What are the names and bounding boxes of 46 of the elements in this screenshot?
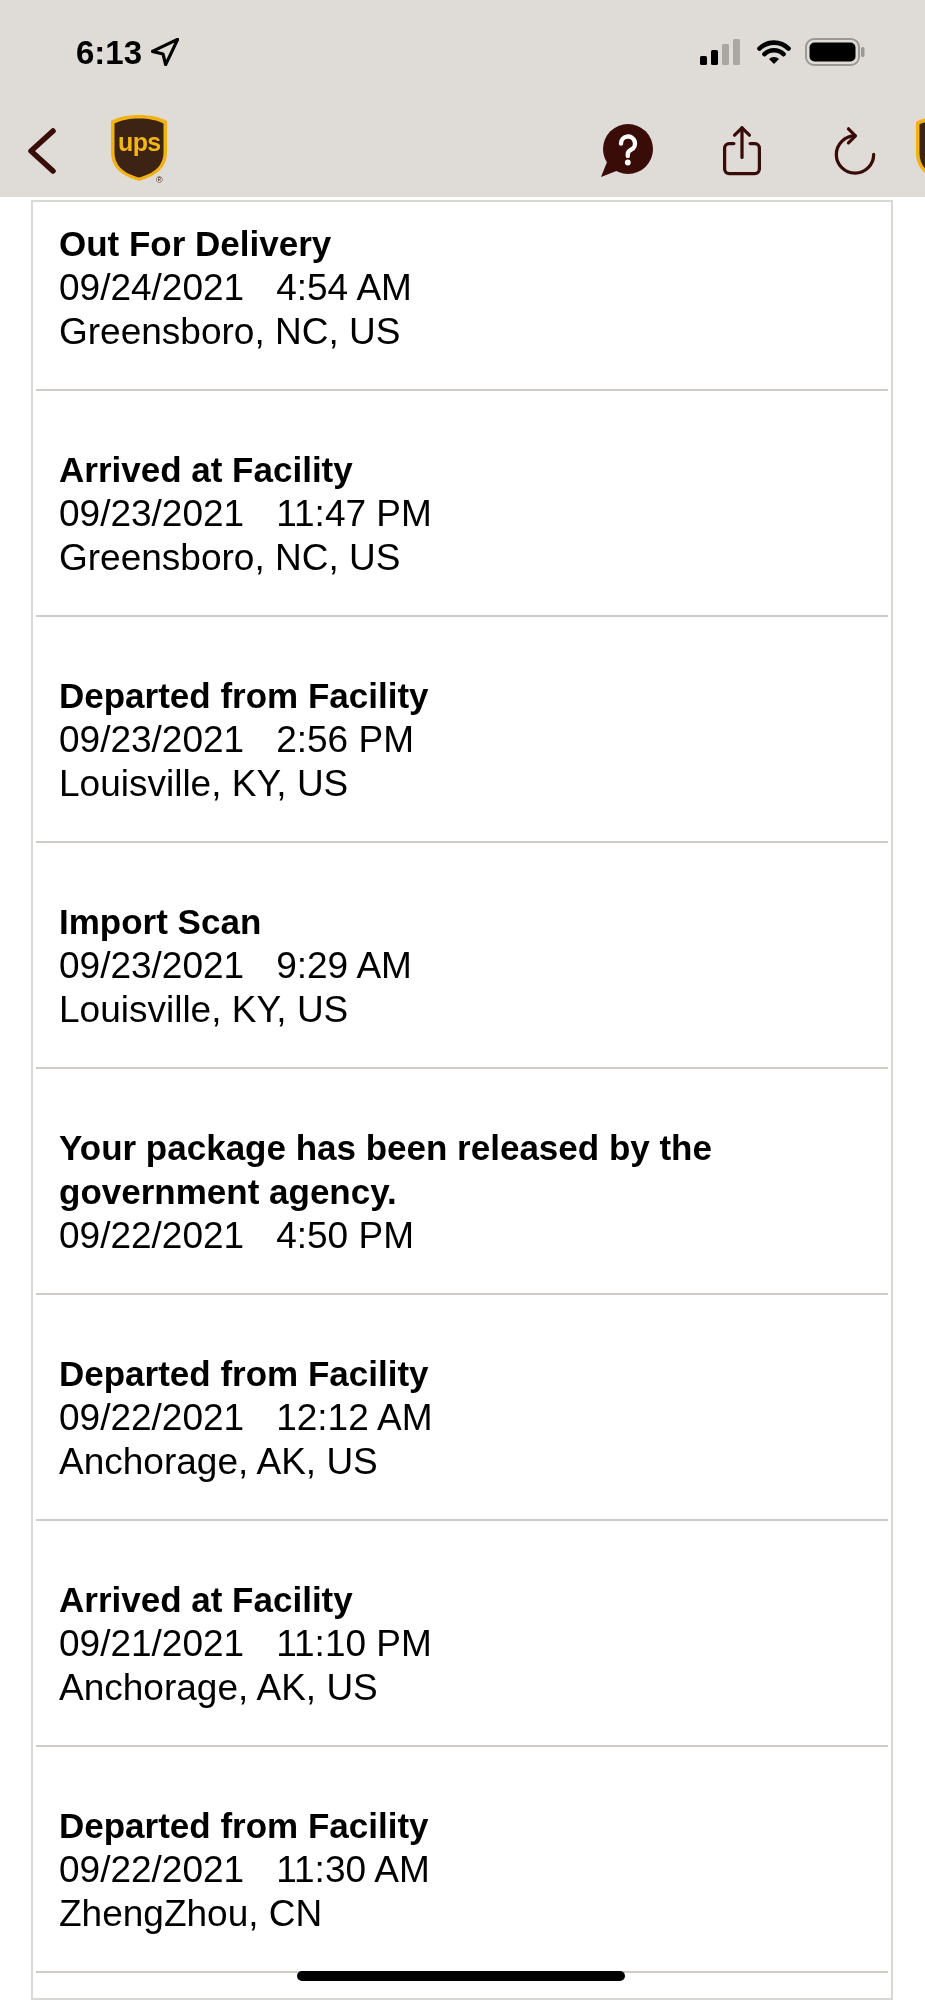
help-button[interactable] <box>598 123 654 178</box>
event-date: 09/22/2021 <box>59 1396 245 1440</box>
event-time: 2:56 PM <box>276 718 414 762</box>
event-status: Import Scan <box>59 901 263 943</box>
event-status: Arrived at Facility <box>59 1579 354 1621</box>
event-status: Out For Delivery <box>59 223 333 265</box>
event-status: Your package has been released by the government agency. <box>59 1127 713 1213</box>
battery-icon <box>805 38 865 66</box>
event-time: 4:54 AM <box>276 266 412 310</box>
event-location: Greensboro, NC, US <box>59 310 402 354</box>
status-time: 6:13 <box>76 35 143 69</box>
refresh-button[interactable] <box>834 125 876 176</box>
event-location: Louisville, KY, US <box>59 762 350 806</box>
event-location: Greensboro, NC, US <box>59 536 402 580</box>
location-arrow-icon <box>151 38 180 66</box>
event-location: Anchorage, AK, US <box>59 1666 379 1710</box>
event-location: ZhengZhou, CN <box>59 1892 324 1936</box>
event-time: 4:50 PM <box>276 1214 414 1258</box>
signal-icon <box>700 39 742 65</box>
event-location: Louisville, KY, US <box>59 988 350 1032</box>
event-location: Anchorage, AK, US <box>59 1440 379 1484</box>
event-date: 09/23/2021 <box>59 718 245 762</box>
event-status: Arrived at Facility <box>59 449 354 491</box>
event-status: Departed from Facility <box>59 1353 430 1395</box>
event-date: 09/24/2021 <box>59 266 245 310</box>
event-date: 09/23/2021 <box>59 492 245 536</box>
event-date: 09/22/2021 <box>59 1848 245 1892</box>
trademark-symbol: ® <box>156 175 163 185</box>
logo-text: ups <box>118 129 161 155</box>
event-time: 9:29 AM <box>276 944 412 988</box>
event-date: 09/23/2021 <box>59 944 245 988</box>
event-time: 11:47 PM <box>276 492 432 536</box>
event-status: Departed from Facility <box>59 1805 430 1847</box>
share-button[interactable] <box>721 125 763 176</box>
wifi-icon <box>757 39 791 65</box>
event-date: 09/22/2021 <box>59 1214 245 1258</box>
shield-icon <box>110 113 168 182</box>
event-date: 09/21/2021 <box>59 1622 245 1666</box>
event-time: 12:12 AM <box>276 1396 433 1440</box>
event-status: Departed from Facility <box>59 675 430 717</box>
refresh-icon <box>834 125 876 176</box>
chevron-left-icon <box>25 126 57 175</box>
event-time: 11:30 AM <box>276 1848 430 1892</box>
share-icon <box>721 125 763 176</box>
help-icon <box>598 123 654 178</box>
event-time: 11:10 PM <box>276 1622 432 1666</box>
